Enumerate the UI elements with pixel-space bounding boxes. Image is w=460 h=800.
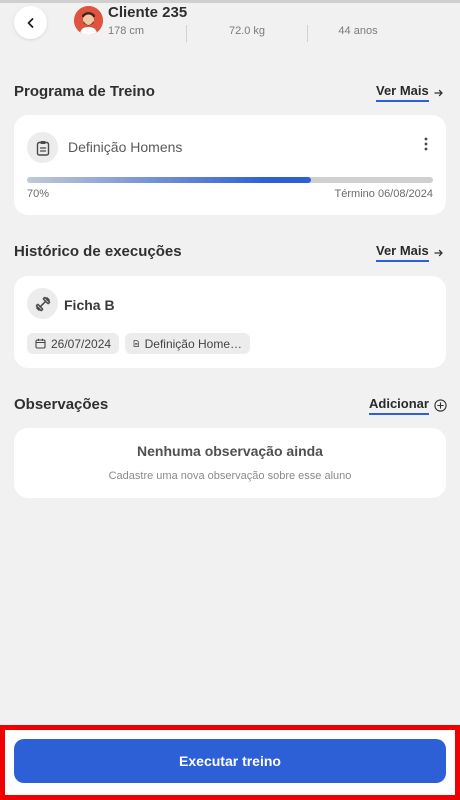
notes-section-title: Observações <box>14 396 109 413</box>
arrow-right-icon <box>434 248 444 258</box>
client-header: Cliente 235 178 cm 72.0 kg 44 anos <box>0 0 460 52</box>
client-stats: 178 cm 72.0 kg 44 anos <box>108 25 408 43</box>
add-note-link[interactable]: Adicionar <box>369 396 447 415</box>
history-program-chip: Definição Home… <box>125 333 250 354</box>
client-name: Cliente 235 <box>108 4 188 21</box>
plus-circle-icon <box>434 399 447 412</box>
add-note-label: Adicionar <box>369 396 429 415</box>
history-date-chip: 26/07/2024 <box>27 333 120 354</box>
history-date: 26/07/2024 <box>51 336 112 351</box>
program-section-title: Programa de Treino <box>14 83 155 100</box>
client-height: 178 cm <box>108 25 145 37</box>
history-item-title: Ficha B <box>64 297 115 313</box>
avatar[interactable] <box>74 6 103 35</box>
dumbbell-icon <box>27 288 58 319</box>
program-progress-bar <box>27 177 433 183</box>
document-icon <box>133 340 139 347</box>
history-program: Definição Home… <box>144 336 242 351</box>
calendar-icon <box>35 338 46 349</box>
history-section-title: Histórico de execuções <box>14 243 182 260</box>
program-name: Definição Homens <box>68 139 183 155</box>
program-progress-label: 70% <box>27 188 50 200</box>
history-card[interactable]: Ficha B 26/07/2024 Definição Home… <box>14 276 446 368</box>
history-see-more-label: Ver Mais <box>376 243 429 262</box>
clipboard-icon <box>27 132 58 163</box>
notes-empty-title: Nenhuma observação ainda <box>137 443 323 459</box>
back-button[interactable] <box>14 6 47 39</box>
chevron-left-icon <box>27 17 33 28</box>
client-weight: 72.0 kg <box>228 25 266 37</box>
program-card[interactable]: Definição Homens 70% Término 06/08/2024 <box>14 115 446 215</box>
program-see-more-label: Ver Mais <box>376 83 429 102</box>
execute-workout-button[interactable]: Executar treino <box>14 739 446 783</box>
client-age: 44 anos <box>338 25 378 37</box>
notes-empty-card: Nenhuma observação ainda Cadastre uma no… <box>14 428 446 498</box>
arrow-right-icon <box>434 88 444 98</box>
kebab-menu-icon[interactable] <box>424 137 428 156</box>
program-progress-fill <box>27 177 312 183</box>
history-see-more-link[interactable]: Ver Mais <box>376 243 444 262</box>
program-end-date: Término 06/08/2024 <box>334 188 433 200</box>
footer-bar: Executar treino <box>0 725 460 800</box>
notes-empty-subtitle: Cadastre uma nova observação sobre esse … <box>108 470 352 482</box>
program-see-more-link[interactable]: Ver Mais <box>376 83 444 102</box>
